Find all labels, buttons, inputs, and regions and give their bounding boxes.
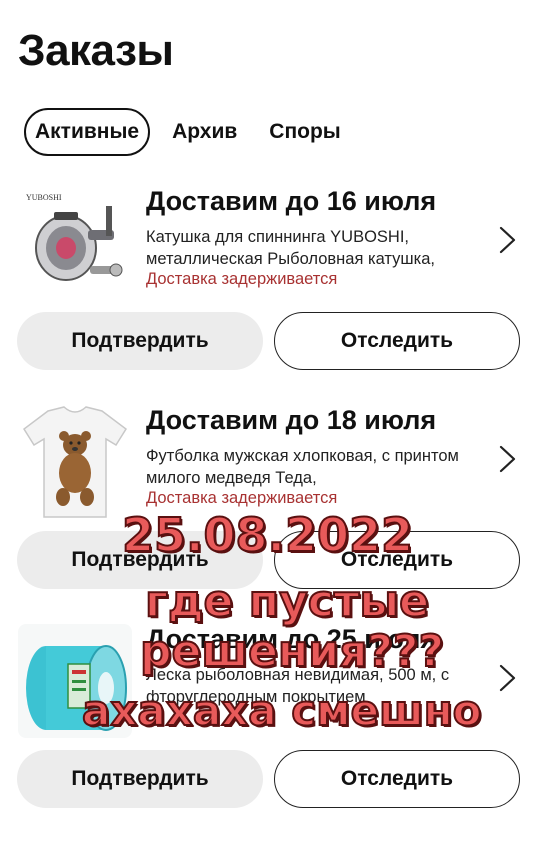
track-button[interactable]: Отследить	[274, 531, 520, 589]
order-card-tshirt[interactable]: Доставим до 18 июля Футболка мужская хло…	[0, 405, 540, 605]
delivery-status: Доставка задерживается	[146, 270, 338, 288]
page-title: Заказы	[18, 26, 174, 75]
delivery-status: Доставка задерживается	[146, 489, 338, 507]
product-description: Леска рыболовная невидимая, 500 м, с фто…	[146, 666, 450, 706]
chevron-right-icon[interactable]	[497, 224, 519, 256]
track-button[interactable]: Отследить	[274, 750, 520, 808]
confirm-button[interactable]: Подтвердить	[17, 750, 263, 808]
chevron-right-icon[interactable]	[497, 443, 519, 475]
delivery-date: Доставим до 16 июля	[146, 186, 437, 216]
tabs-bar: Активные Архив Споры	[24, 108, 363, 156]
product-image-tshirt[interactable]	[18, 405, 132, 519]
tab-archive[interactable]: Архив	[162, 108, 247, 156]
delivery-date: Доставим до 18 июля	[146, 405, 437, 435]
orders-screen: Заказы Активные Архив Споры YUBOSHI Дост…	[0, 0, 540, 847]
confirm-button[interactable]: Подтвердить	[17, 312, 263, 370]
product-image-reel[interactable]: YUBOSHI	[18, 186, 132, 300]
order-card-reel[interactable]: YUBOSHI Доставим до 16 июля Катушка для …	[0, 186, 540, 386]
confirm-button[interactable]: Подтвердить	[17, 531, 263, 589]
order-card-line[interactable]: Доставим до 25 июля Леска рыболовная нев…	[0, 624, 540, 824]
delivery-date: Доставим до 25 июля	[146, 624, 437, 654]
track-button[interactable]: Отследить	[274, 312, 520, 370]
thumb-brand-text: YUBOSHI	[26, 193, 62, 202]
tab-active[interactable]: Активные	[24, 108, 151, 156]
product-description: Футболка мужская хлопковая, с принтом ми…	[146, 447, 459, 487]
product-description: Катушка для спиннинга YUBOSHI, металличе…	[146, 228, 435, 268]
tab-disputes[interactable]: Споры	[259, 108, 350, 156]
chevron-right-icon[interactable]	[497, 662, 519, 694]
product-image-fishing-line[interactable]	[18, 624, 132, 738]
